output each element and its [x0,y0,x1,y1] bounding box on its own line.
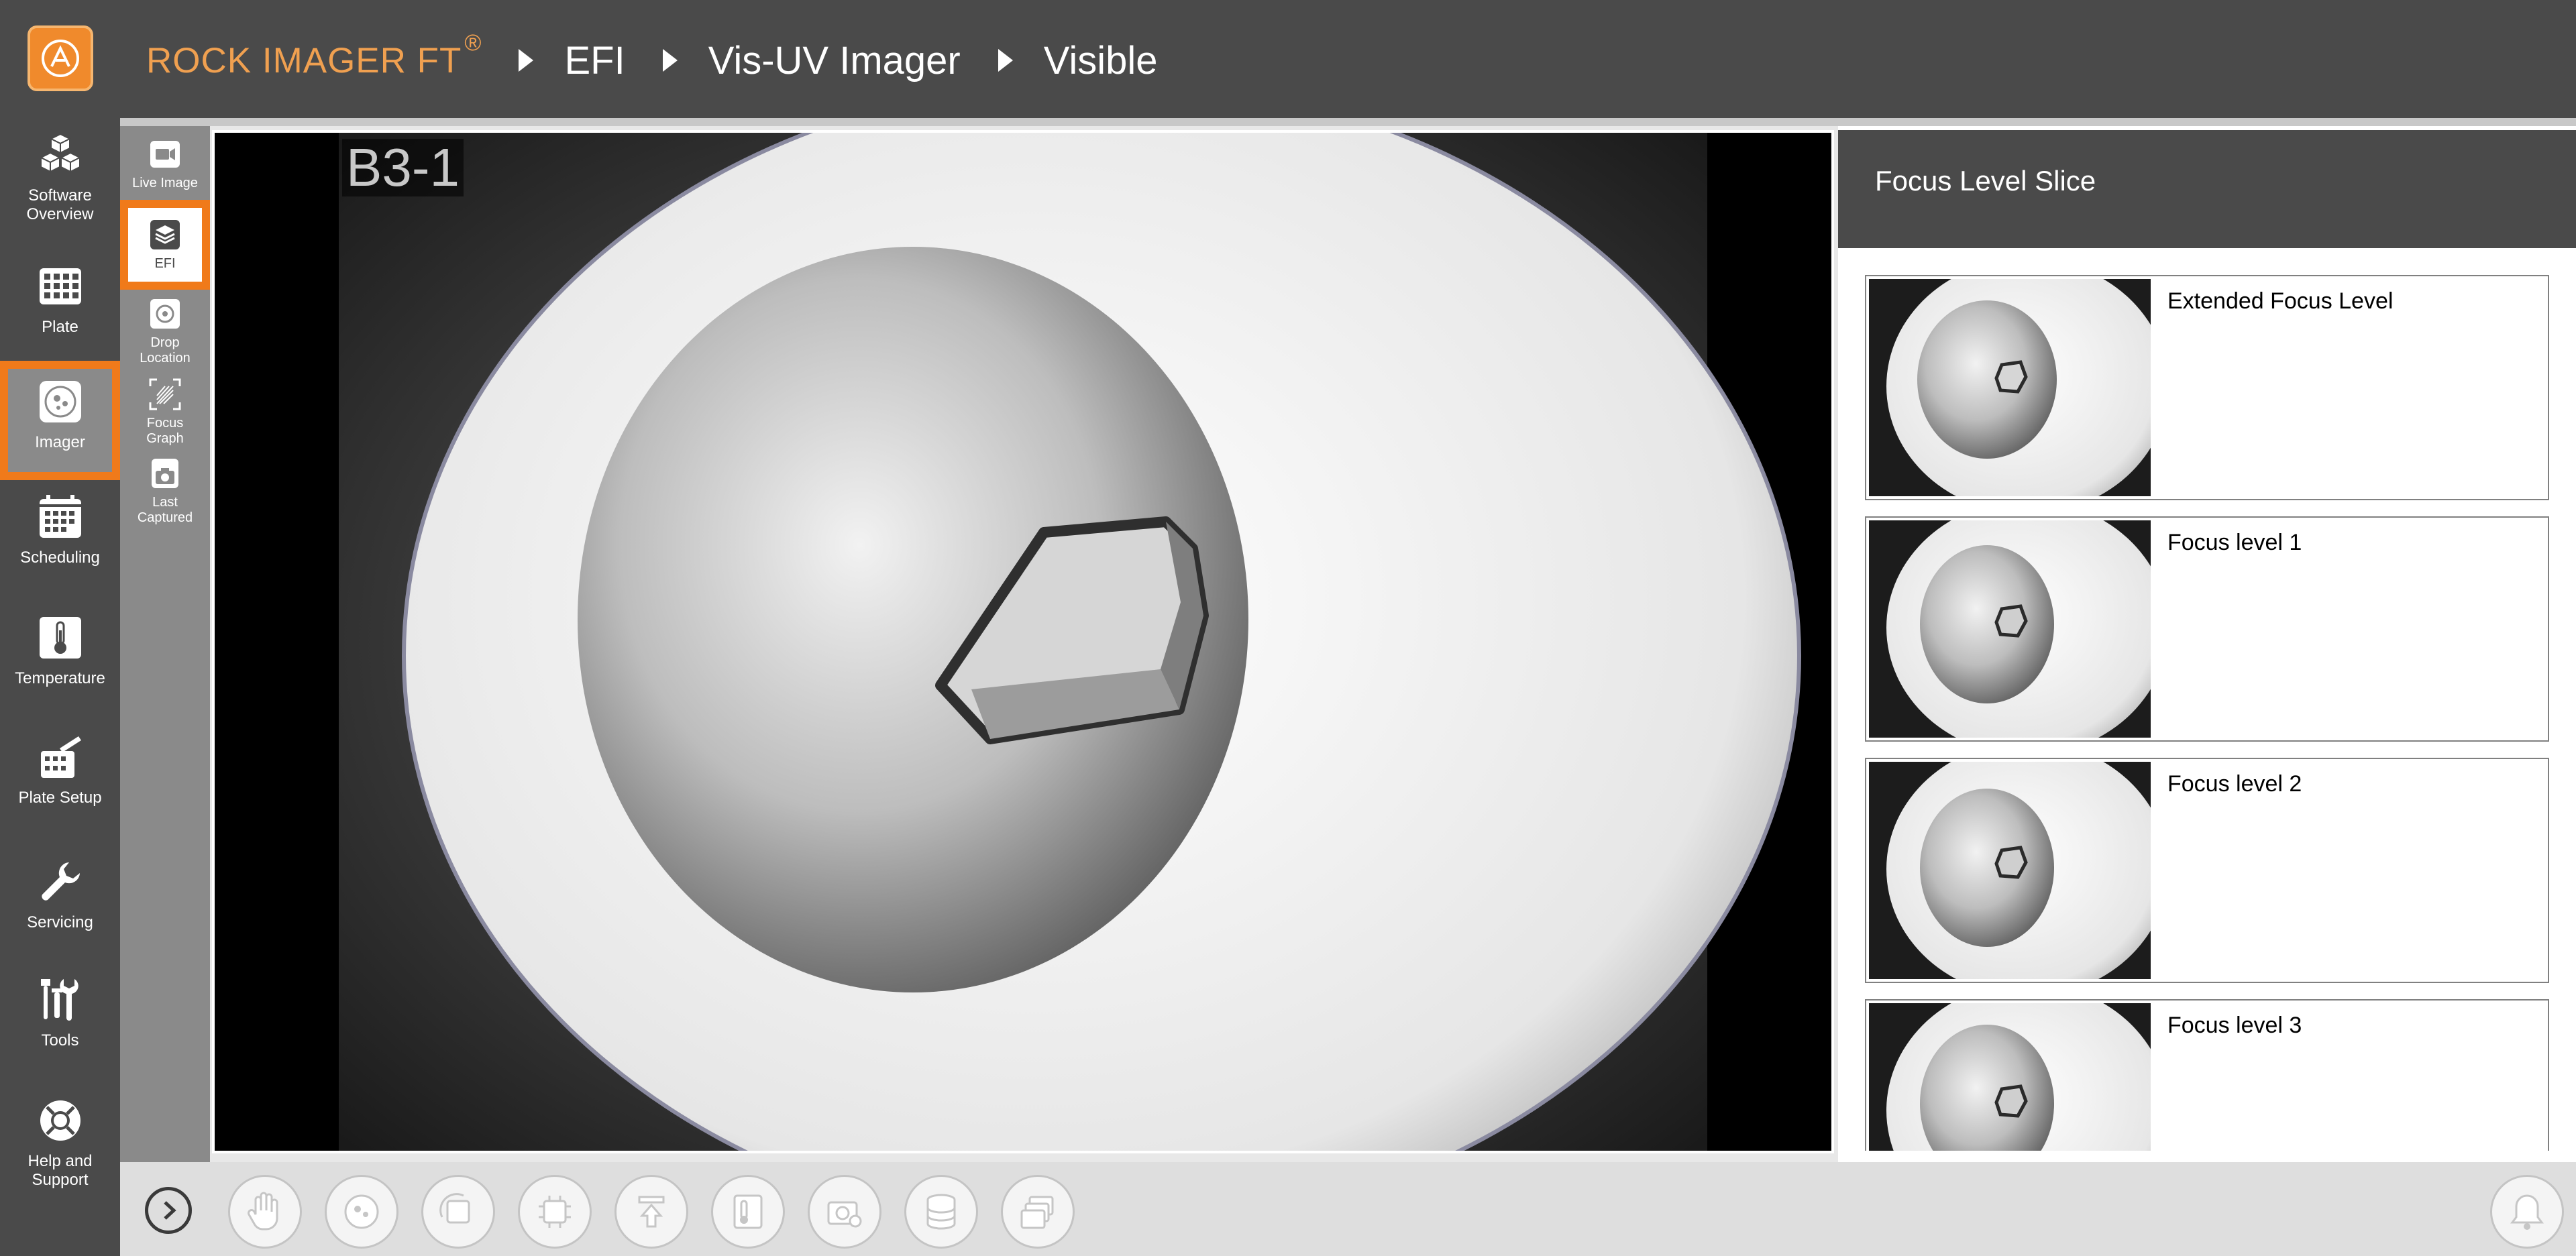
subnav-live-image[interactable]: Live Image [120,137,210,191]
temperature-log-icon [733,1194,763,1229]
eject-button[interactable] [614,1175,688,1249]
thermometer-icon [39,617,81,659]
slice-label: Extended Focus Level [2167,288,2394,314]
layers-icon [150,220,180,249]
breadcrumb: ROCK IMAGER FT ® EFI Vis-UV Imager Visib… [146,27,1158,94]
focus-panel-title: Focus Level Slice [1875,165,2096,196]
camera-icon [152,459,178,488]
calendar-icon [39,495,81,538]
registered-mark: ® [464,30,482,56]
subnav-last-captured[interactable]: Last Captured [120,456,210,526]
nav-label-servicing: Servicing [27,913,93,931]
chip-icon [539,1196,571,1228]
rotate-plate-button[interactable] [421,1175,495,1249]
wrench-icon [41,862,80,901]
nav-label-imager: Imager [35,433,85,451]
rock-imager-logo[interactable] [28,25,93,91]
focus-slice-level-3[interactable]: Focus level 3 [1865,999,2549,1151]
hand-icon [248,1192,278,1231]
hand-tool-button[interactable] [228,1175,302,1249]
expand-toolbar-button[interactable] [145,1187,192,1234]
plate-drop-icon [344,1194,379,1229]
nav-help-and-support[interactable]: Help and Support [0,1097,120,1190]
header-scrollbar[interactable] [120,118,2576,126]
breadcrumb-arrow-icon [998,49,1013,72]
app-title: ROCK IMAGER FT [146,40,462,80]
slice-thumbnail [1869,762,2151,979]
nav-plate[interactable]: Plate [0,263,120,337]
plate-grid-icon [39,268,81,304]
slice-thumbnail [1869,279,2151,496]
subnav-label-drop-location: Drop Location [140,335,191,365]
drop-image[interactable] [215,133,1831,1151]
nav-tools[interactable]: Tools [0,976,120,1050]
nav-temperature[interactable]: Temperature [0,614,120,688]
subnav-efi[interactable]: EFI [120,200,210,290]
app-header: ROCK IMAGER FT ® EFI Vis-UV Imager Visib… [0,0,2576,118]
subnav-label-focus-graph: Focus Graph [146,416,184,446]
nav-imager[interactable]: Imager [0,361,120,480]
video-camera-icon [150,141,180,168]
nav-label-software-overview: Software Overview [26,186,94,223]
lifebuoy-icon [40,1100,80,1141]
camera-settings-icon [827,1201,862,1228]
subnav-drop-location[interactable]: Drop Location [120,296,210,366]
nav-label-plate: Plate [42,318,78,336]
chip-button[interactable] [518,1175,592,1249]
database-icon [926,1194,956,1230]
cubes-icon [39,133,81,173]
nav-plate-setup[interactable]: Plate Setup [0,734,120,807]
focus-slice-level-1[interactable]: Focus level 1 [1865,516,2549,742]
database-button[interactable] [904,1175,978,1249]
imager-icon [39,381,81,422]
nav-label-scheduling: Scheduling [20,549,100,567]
slice-label: Focus level 2 [2167,771,2302,797]
plate-drop-button[interactable] [325,1175,398,1249]
nav-label-help-and-support: Help and Support [28,1152,93,1189]
subnav-label-last-captured: Last Captured [137,495,193,525]
app-window: ROCK IMAGER FT ® EFI Vis-UV Imager Visib… [0,0,2576,1256]
slice-thumbnail [1869,520,2151,738]
nav-label-tools: Tools [41,1031,79,1049]
breadcrumb-arrow-icon [519,49,534,72]
nav-scheduling[interactable]: Scheduling [0,494,120,567]
drop-location-icon [150,299,180,329]
focus-slice-extended[interactable]: Extended Focus Level [1865,275,2549,500]
subnav-label-live-image: Live Image [132,176,198,190]
slice-thumbnail [1869,1003,2151,1151]
breadcrumb-efi[interactable]: EFI [564,38,625,83]
chevron-right-icon [164,1201,176,1220]
focus-slice-level-2[interactable]: Focus level 2 [1865,758,2549,983]
nav-label-plate-setup: Plate Setup [18,789,102,807]
slice-label: Focus level 3 [2167,1013,2302,1038]
bell-icon [2510,1194,2544,1230]
eject-icon [638,1196,665,1228]
temperature-log-button[interactable] [711,1175,785,1249]
breadcrumb-visible[interactable]: Visible [1044,38,1158,83]
nav-software-overview[interactable]: Software Overview [0,131,120,224]
subnav-focus-graph[interactable]: Focus Graph [120,377,210,447]
focus-graph-icon [149,378,181,410]
breadcrumb-vis-uv-imager[interactable]: Vis-UV Imager [708,38,961,83]
slice-label: Focus level 1 [2167,530,2302,555]
nav-label-temperature: Temperature [15,669,105,687]
crystal-drop-image [215,133,1831,1151]
rotate-plate-icon [439,1193,470,1224]
nav-servicing[interactable]: Servicing [0,858,120,932]
well-label: B3-1 [342,139,464,196]
plate-stack-button[interactable] [1001,1175,1075,1249]
subnav-label-efi: EFI [154,256,176,271]
plate-setup-icon [40,736,81,778]
breadcrumb-arrow-icon [662,49,678,72]
camera-settings-button[interactable] [808,1175,881,1249]
plate-stack-icon [1020,1196,1054,1229]
tools-icon [40,979,78,1021]
notifications-button[interactable] [2490,1175,2564,1249]
